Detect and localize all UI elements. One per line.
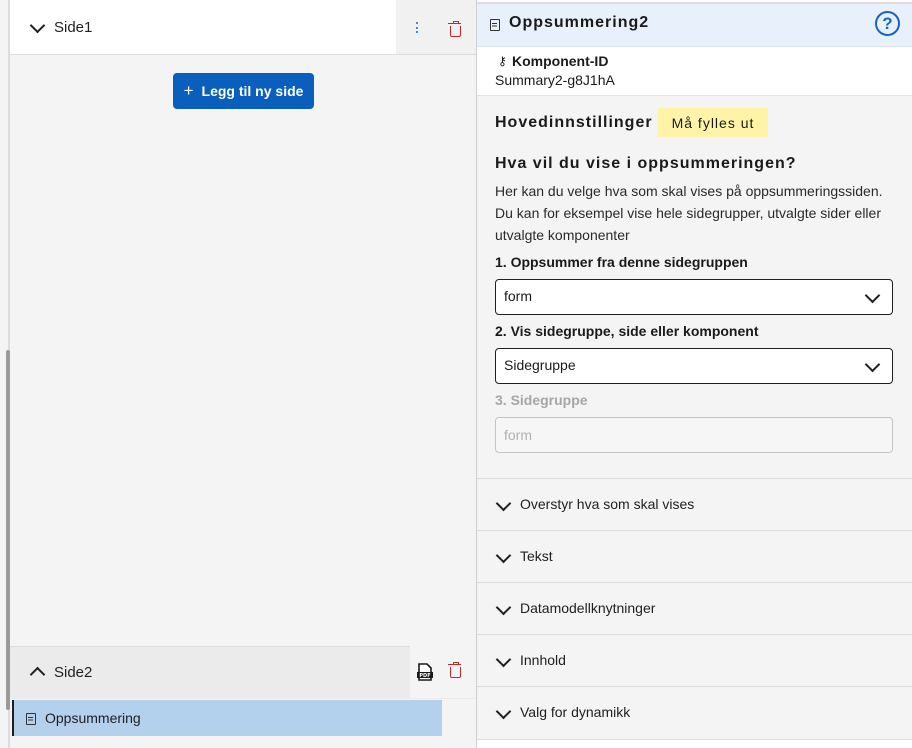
- accordion-label: Innhold: [520, 652, 566, 668]
- chevron-down-icon: [495, 651, 512, 668]
- select-value: Sidegruppe: [504, 357, 576, 373]
- help-icon[interactable]: ?: [875, 11, 900, 36]
- page-label: Side2: [54, 664, 93, 681]
- page-label: Side1: [54, 19, 93, 36]
- component-id-value[interactable]: Summary2-g8J1hA: [495, 72, 615, 88]
- add-page-button[interactable]: + Legg til ny side: [173, 73, 314, 109]
- accordion-content[interactable]: Innhold: [477, 634, 912, 686]
- pdf-icon[interactable]: PDF: [416, 663, 434, 681]
- display-type-select[interactable]: Sidegruppe: [495, 348, 893, 384]
- page-group-select[interactable]: form: [495, 279, 893, 315]
- chevron-down-icon: [495, 599, 512, 616]
- chevron-down-icon: [864, 356, 881, 373]
- pdf-label: PDF: [419, 673, 430, 679]
- chevron-down-icon: [29, 17, 46, 34]
- accordion-dynamics[interactable]: Valg for dynamikk: [477, 686, 912, 740]
- accordion-data-model[interactable]: Datamodellknytninger: [477, 582, 912, 634]
- key-icon: ⚷: [498, 54, 507, 68]
- accordion-override[interactable]: Overstyr hva som skal vises: [477, 478, 912, 530]
- component-id-label: Komponent-ID: [512, 53, 609, 69]
- document-icon: [490, 19, 500, 31]
- description-line: utvalgte komponenter: [495, 227, 630, 243]
- more-options-icon[interactable]: [416, 22, 419, 35]
- required-badge: Må fylles ut: [658, 108, 768, 137]
- field-label: 2. Vis sidegruppe, side eller komponent: [495, 323, 759, 339]
- component-title: Oppsummering2: [509, 14, 650, 31]
- chevron-down-icon: [495, 547, 512, 564]
- field-label: 1. Oppsummer fra denne sidegruppen: [495, 254, 748, 270]
- select-value: form: [504, 288, 532, 304]
- question-heading: Hva vil du vise i oppsummeringen?: [495, 155, 797, 172]
- chevron-down-icon: [495, 703, 512, 720]
- chevron-down-icon: [864, 287, 881, 304]
- accordion-label: Tekst: [520, 548, 553, 564]
- description-line: Her kan du velge hva som skal vises på o…: [495, 183, 883, 199]
- delete-page-icon[interactable]: [448, 21, 461, 37]
- field-label-disabled: 3. Sidegruppe: [495, 392, 588, 408]
- accordion-label: Valg for dynamikk: [520, 704, 631, 720]
- add-page-label: Legg til ny side: [201, 83, 304, 99]
- component-label: Oppsummering: [45, 710, 141, 726]
- accordion-label: Datamodellknytninger: [520, 600, 656, 616]
- pages-panel: [0, 0, 476, 748]
- input-placeholder: form: [504, 427, 532, 443]
- accordion-label: Overstyr hva som skal vises: [520, 496, 695, 512]
- page-group-input-disabled: form: [495, 417, 893, 453]
- accordion-text[interactable]: Tekst: [477, 530, 912, 582]
- document-icon: [26, 713, 36, 725]
- section-heading: Hovedinnstillinger: [495, 114, 653, 131]
- delete-page-icon[interactable]: [448, 662, 461, 678]
- component-header: Oppsummering2: [477, 4, 912, 47]
- summary-component-item[interactable]: Oppsummering: [12, 700, 442, 736]
- plus-icon: +: [183, 81, 194, 100]
- page-actions: [396, 0, 476, 54]
- chevron-up-icon: [29, 666, 46, 683]
- page-accordion-side2[interactable]: Side2: [10, 646, 476, 699]
- chevron-down-icon: [495, 495, 512, 512]
- description-line: Du kan for eksempel vise hele sidegruppe…: [495, 205, 881, 221]
